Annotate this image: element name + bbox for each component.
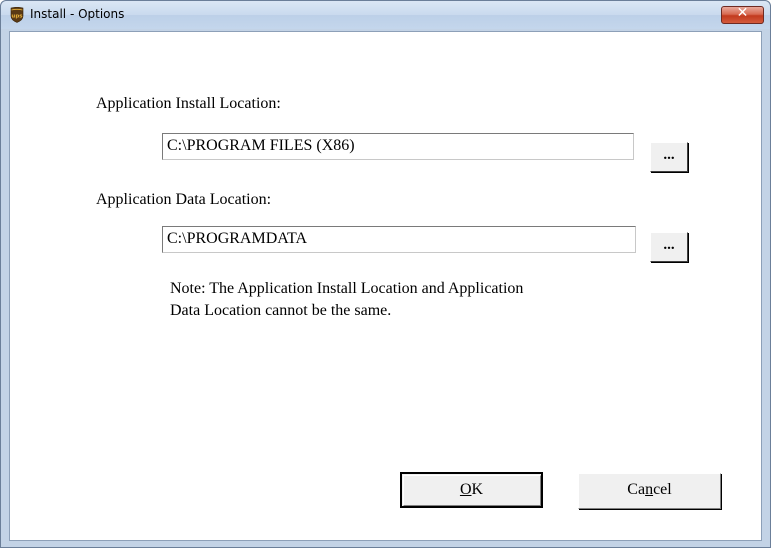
ok-button[interactable]: OK <box>400 472 543 508</box>
dialog-content: Application Install Location: C:\PROGRAM… <box>9 31 762 541</box>
ups-logo-icon: ups <box>10 7 24 23</box>
install-browse-button[interactable]: ... <box>650 142 688 172</box>
note-line-2: Data Location cannot be the same. <box>170 302 392 319</box>
close-button[interactable]: ✕ <box>721 5 764 24</box>
note-text: Note: The Application Install Location a… <box>170 278 523 322</box>
close-icon: ✕ <box>736 5 749 21</box>
data-location-label: Application Data Location: <box>96 191 272 208</box>
window-title: Install - Options <box>30 7 125 21</box>
data-browse-button[interactable]: ... <box>650 232 688 262</box>
install-location-label: Application Install Location: <box>96 95 281 112</box>
svg-text:ups: ups <box>11 14 23 20</box>
install-options-window: ups Install - Options ✕ Application Inst… <box>0 0 771 548</box>
cancel-button[interactable]: Cancel <box>578 473 721 509</box>
data-location-field[interactable]: C:\PROGRAMDATA <box>162 226 636 253</box>
install-location-field[interactable]: C:\PROGRAM FILES (X86) <box>162 133 634 160</box>
note-line-1: Note: The Application Install Location a… <box>170 280 524 297</box>
title-bar[interactable]: ups Install - Options ✕ <box>1 1 770 29</box>
